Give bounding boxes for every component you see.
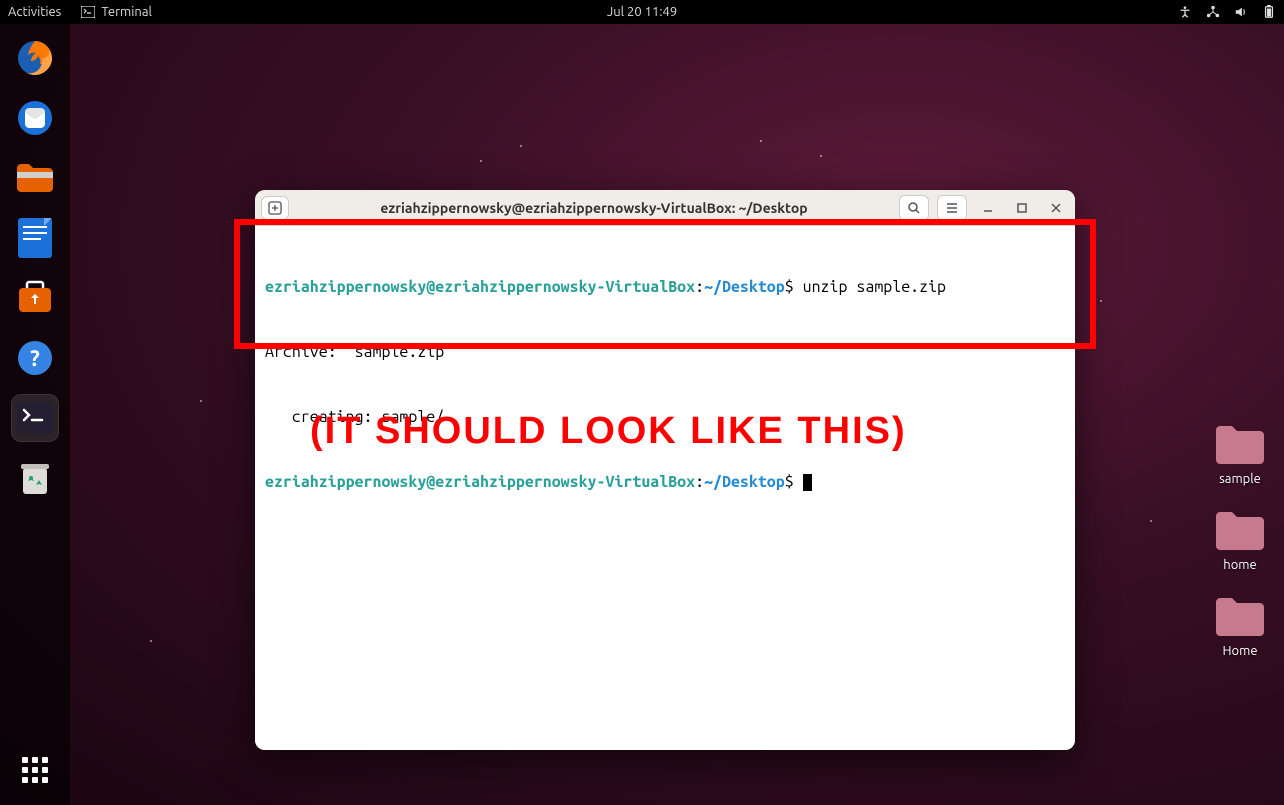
activities-button[interactable]: Activities bbox=[8, 5, 61, 19]
dock-trash[interactable] bbox=[11, 454, 59, 502]
desktop-item-label: sample bbox=[1219, 472, 1261, 486]
desktop-folder-sample[interactable]: sample bbox=[1212, 420, 1268, 486]
dock-firefox[interactable] bbox=[11, 34, 59, 82]
volume-icon[interactable] bbox=[1234, 5, 1248, 19]
minimize-button[interactable] bbox=[975, 195, 1001, 221]
window-title: ezriahzippernowsky@ezriahzippernowsky-Vi… bbox=[297, 200, 891, 216]
current-app[interactable]: Terminal bbox=[81, 5, 152, 19]
terminal-window: ezriahzippernowsky@ezriahzippernowsky-Vi… bbox=[255, 190, 1075, 750]
dock-files[interactable] bbox=[11, 154, 59, 202]
dock-help[interactable]: ? bbox=[11, 334, 59, 382]
dock-software[interactable] bbox=[11, 274, 59, 322]
top-bar: Activities Terminal Jul 20 11:49 bbox=[0, 0, 1284, 24]
terminal-content[interactable]: ezriahzippernowsky@ezriahzippernowsky-Vi… bbox=[255, 226, 1075, 750]
battery-icon[interactable] bbox=[1262, 5, 1276, 19]
desktop-home[interactable]: Home bbox=[1212, 592, 1268, 658]
search-button[interactable] bbox=[899, 195, 929, 221]
output-line: Archive: sample.zip bbox=[255, 342, 1075, 364]
dock-writer[interactable] bbox=[11, 214, 59, 262]
desktop-folder-home-lc[interactable]: home bbox=[1212, 506, 1268, 572]
network-icon[interactable] bbox=[1206, 5, 1220, 19]
clock[interactable]: Jul 20 11:49 bbox=[607, 5, 677, 19]
maximize-button[interactable] bbox=[1009, 195, 1035, 221]
menu-button[interactable] bbox=[937, 195, 967, 221]
command-text: unzip sample.zip bbox=[803, 278, 946, 296]
terminal-icon bbox=[81, 6, 95, 18]
desktop-item-label: Home bbox=[1222, 644, 1257, 658]
desktop-icons: sample home Home bbox=[1212, 420, 1268, 658]
titlebar[interactable]: ezriahzippernowsky@ezriahzippernowsky-Vi… bbox=[255, 190, 1075, 226]
prompt-line-2: ezriahzippernowsky@ezriahzippernowsky-Vi… bbox=[255, 472, 1075, 494]
desktop-item-label: home bbox=[1223, 558, 1256, 572]
dock: ? bbox=[0, 24, 70, 805]
svg-text:?: ? bbox=[30, 346, 40, 371]
prompt-line-1: ezriahzippernowsky@ezriahzippernowsky-Vi… bbox=[255, 277, 1075, 299]
cursor bbox=[803, 474, 812, 491]
annotation-text: (IT SHOULD LOOK LIKE THIS) bbox=[310, 410, 907, 453]
show-apps-button[interactable] bbox=[0, 735, 70, 805]
dock-terminal[interactable] bbox=[11, 394, 59, 442]
close-button[interactable] bbox=[1043, 195, 1069, 221]
new-tab-button[interactable] bbox=[261, 196, 289, 220]
apps-grid-icon bbox=[22, 757, 48, 783]
dock-thunderbird[interactable] bbox=[11, 94, 59, 142]
accessibility-icon[interactable] bbox=[1178, 5, 1192, 19]
